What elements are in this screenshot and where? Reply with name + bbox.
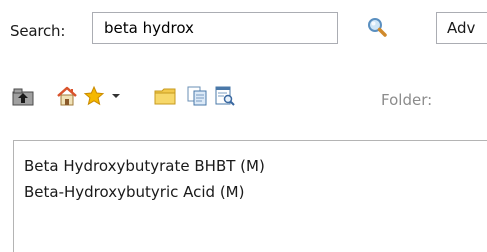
search-panel: Search: Adv	[0, 0, 487, 252]
search-label: Search:	[10, 22, 66, 40]
folder-icon	[154, 88, 176, 105]
favorites-dropdown-button[interactable]	[110, 84, 122, 108]
up-folder-icon	[12, 88, 34, 106]
search-button[interactable]	[363, 13, 391, 41]
favorites-button[interactable]	[81, 84, 107, 108]
dropdown-arrow-icon	[112, 94, 120, 98]
folder-label: Folder:	[381, 91, 433, 109]
home-button[interactable]	[54, 84, 80, 108]
folder-button[interactable]	[152, 84, 178, 108]
results-list[interactable]: Beta Hydroxybutyrate BHBT (M) Beta-Hydro…	[13, 140, 487, 252]
magnifier-icon	[368, 18, 387, 37]
up-folder-button[interactable]	[10, 84, 36, 108]
search-document-button[interactable]	[212, 84, 238, 108]
search-document-icon	[215, 86, 235, 106]
list-item[interactable]: Beta-Hydroxybutyric Acid (M)	[24, 179, 487, 205]
search-input[interactable]	[92, 12, 338, 44]
list-item[interactable]: Beta Hydroxybutyrate BHBT (M)	[24, 153, 487, 179]
copy-icon	[187, 86, 207, 106]
advanced-search-button[interactable]: Adv	[436, 12, 487, 44]
home-icon	[57, 86, 77, 106]
copy-button[interactable]	[184, 84, 210, 108]
favorites-star-icon	[83, 85, 105, 106]
